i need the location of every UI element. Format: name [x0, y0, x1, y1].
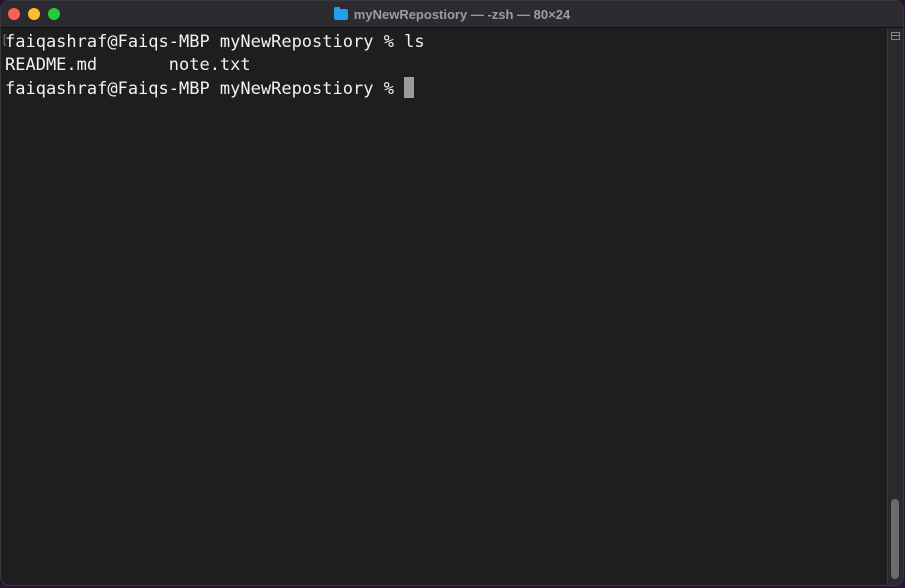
- terminal-content[interactable]: faiqashraf@Faiqs-MBP myNewRepostiory % l…: [1, 28, 887, 585]
- scrollbar-thumb[interactable]: [891, 499, 899, 579]
- output: README.md note.txt: [5, 55, 251, 75]
- folder-icon: [333, 6, 348, 20]
- terminal-window: myNewRepostiory — -zsh — 80×24 [ ] faiqa…: [0, 0, 904, 586]
- prompt: faiqashraf@Faiqs-MBP myNewRepostiory %: [5, 32, 405, 52]
- window-title: myNewRepostiory — -zsh — 80×24: [353, 6, 571, 22]
- scrollbar[interactable]: [887, 28, 903, 585]
- window-title-container: myNewRepostiory — -zsh — 80×24: [1, 1, 903, 27]
- terminal-line: faiqashraf@Faiqs-MBP myNewRepostiory %: [5, 77, 887, 100]
- command: ls: [404, 32, 425, 52]
- terminal-line: faiqashraf@Faiqs-MBP myNewRepostiory % l…: [5, 31, 887, 54]
- cursor: [404, 77, 415, 98]
- terminal-line: README.md note.txt: [5, 54, 887, 77]
- title-bar[interactable]: myNewRepostiory — -zsh — 80×24: [1, 1, 903, 28]
- prompt: faiqashraf@Faiqs-MBP myNewRepostiory %: [5, 79, 405, 99]
- split-pane-icon[interactable]: [891, 32, 900, 40]
